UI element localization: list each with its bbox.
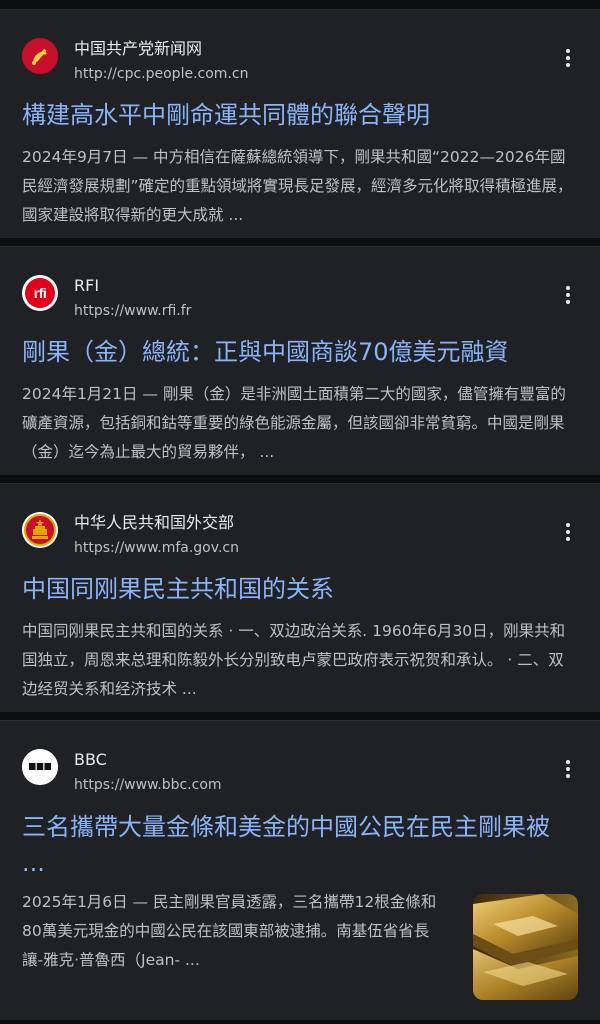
rfi-logo-icon: rfi (22, 275, 58, 311)
result-source-url: https://www.mfa.gov.cn (74, 540, 239, 556)
result-source-url: https://www.bbc.com (74, 777, 222, 793)
result-source-row[interactable]: 中国共产党新闻网 http://cpc.people.com.cn (22, 38, 586, 88)
result-card[interactable]: BBC https://www.bbc.com 三名攜帶大量金條和美金的中國公民… (0, 720, 600, 1020)
result-source-url: https://www.rfi.fr (74, 303, 192, 319)
result-snippet: 中国同刚果民主共和国的关系 · 一、双边政治关系. 1960年6月30日，刚果共… (22, 622, 566, 698)
result-source-row[interactable]: rfi RFI https://www.rfi.fr (22, 275, 586, 325)
result-title-link[interactable]: 三名攜帶大量金條和美金的中國公民在民主剛果被 ... (22, 809, 578, 881)
more-options-icon[interactable] (556, 757, 580, 781)
result-snippet: 2025年1月6日 — 民主剛果官員透露，三名攜帶12根金條和80萬美元現金的中… (22, 893, 437, 969)
result-card[interactable]: 中华人民共和国外交部 https://www.mfa.gov.cn 中国同刚果民… (0, 483, 600, 712)
result-source-name: 中华人民共和国外交部 (74, 513, 235, 532)
national-emblem-icon (22, 512, 58, 548)
result-snippet: 2024年9月7日 — 中方相信在薩蘇總統領導下，剛果共和國“2022—2026… (22, 148, 573, 224)
search-results-feed: 中国共产党新闻网 http://cpc.people.com.cn 構建高水平中… (0, 0, 600, 1024)
result-card[interactable]: 中国共产党新闻网 http://cpc.people.com.cn 構建高水平中… (0, 9, 600, 238)
result-source-row[interactable]: 中华人民共和国外交部 https://www.mfa.gov.cn (22, 512, 586, 562)
result-source-url: http://cpc.people.com.cn (74, 66, 249, 82)
more-options-icon[interactable] (556, 46, 580, 70)
result-snippet: 2024年1月21日 — 剛果（金）是非洲國土面積第二大的國家，儘管擁有豐富的礦… (22, 385, 566, 461)
result-source-name: 中国共产党新闻网 (74, 39, 203, 58)
more-options-icon[interactable] (556, 283, 580, 307)
gold-bars-image[interactable] (473, 894, 578, 1000)
result-card[interactable]: rfi RFI https://www.rfi.fr 剛果（金）總統：正與中國商… (0, 246, 600, 475)
cpc-emblem-icon (22, 38, 58, 74)
result-source-name: RFI (74, 276, 100, 295)
result-source-row[interactable]: BBC https://www.bbc.com (22, 749, 586, 799)
result-title-link[interactable]: 構建高水平中剛命運共同體的聯合聲明 (22, 97, 578, 133)
more-options-icon[interactable] (556, 520, 580, 544)
rfi-logo-text: rfi (33, 285, 47, 301)
result-source-name: BBC (74, 750, 107, 769)
result-title-link[interactable]: 剛果（金）總統：正與中國商談70億美元融資 (22, 334, 578, 370)
bbc-logo-icon (22, 749, 58, 785)
result-title-link[interactable]: 中国同刚果民主共和国的关系 (22, 571, 578, 607)
